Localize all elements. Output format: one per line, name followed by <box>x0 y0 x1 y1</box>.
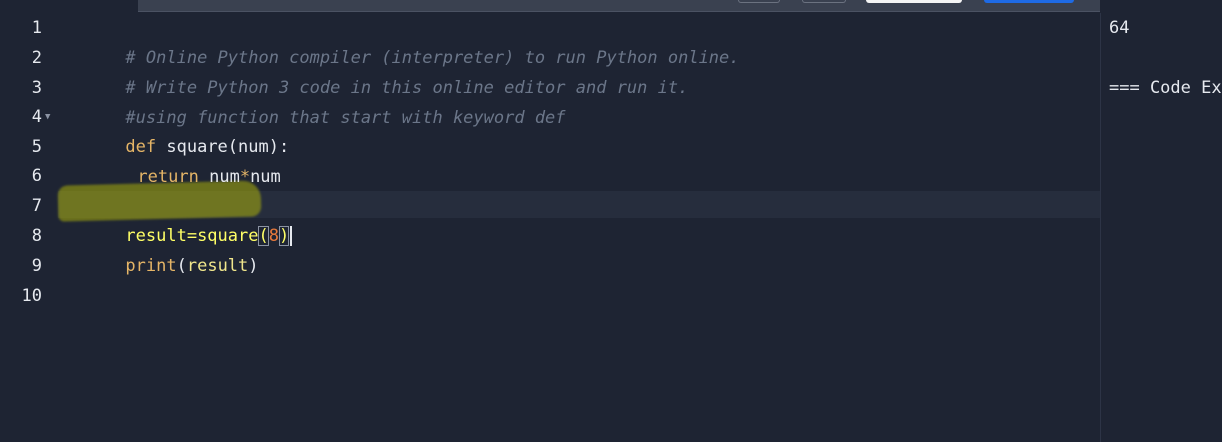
toolbar <box>138 0 1100 12</box>
line-number: 3 <box>31 78 42 98</box>
output-line: 64 <box>1109 18 1130 38</box>
line-number: 8 <box>31 226 42 246</box>
code-line[interactable]: # Write Python 3 code in this online edi… <box>64 43 688 98</box>
code-text: result <box>186 256 249 276</box>
code-editor[interactable]: 1 2 3 4 ▼ 5 6 7 8 9 10 # Online Python c… <box>0 13 1100 442</box>
line-number: 7 <box>31 196 42 216</box>
operator: * <box>239 167 251 187</box>
run-button[interactable] <box>984 0 1074 3</box>
output-line: === Code Execution Successful === <box>1109 78 1222 98</box>
bracket: ) <box>278 226 290 246</box>
code-line[interactable]: #using function that start with keyword … <box>64 73 565 128</box>
line-number: 10 <box>21 286 42 306</box>
line-number: 6 <box>31 166 42 186</box>
bracket: ) <box>248 256 259 276</box>
toolbar-button[interactable] <box>866 0 962 3</box>
code-line[interactable]: print(result) <box>64 221 258 276</box>
keyword: return <box>137 167 199 187</box>
toolbar-button[interactable] <box>802 0 846 3</box>
code-line-active[interactable]: result=square(8) <box>64 191 293 246</box>
number-literal: 8 <box>268 226 279 246</box>
bracket: ( <box>258 226 269 246</box>
line-number: 1 <box>31 18 42 38</box>
output-panel[interactable]: 64 === Code Execution Successful === <box>1100 13 1222 442</box>
line-number: 9 <box>31 256 42 276</box>
code-line[interactable]: def square(num): <box>64 102 289 157</box>
code-line[interactable]: # Online Python compiler (interpreter) t… <box>64 13 739 68</box>
text-cursor <box>290 226 293 246</box>
online-python-compiler: 1 2 3 4 ▼ 5 6 7 8 9 10 # Online Python c… <box>0 0 1222 442</box>
bracket: ( <box>176 256 187 276</box>
builtin-function: print <box>125 256 177 276</box>
line-number: 2 <box>31 48 42 68</box>
code-line[interactable]: return num*num <box>76 132 280 187</box>
code-text: num <box>209 167 240 187</box>
line-number: 4 <box>31 107 42 127</box>
fold-toggle-icon[interactable]: ▼ <box>45 102 53 132</box>
line-number: 5 <box>31 137 42 157</box>
code-text: num <box>250 167 281 187</box>
toolbar-button[interactable] <box>738 0 780 3</box>
